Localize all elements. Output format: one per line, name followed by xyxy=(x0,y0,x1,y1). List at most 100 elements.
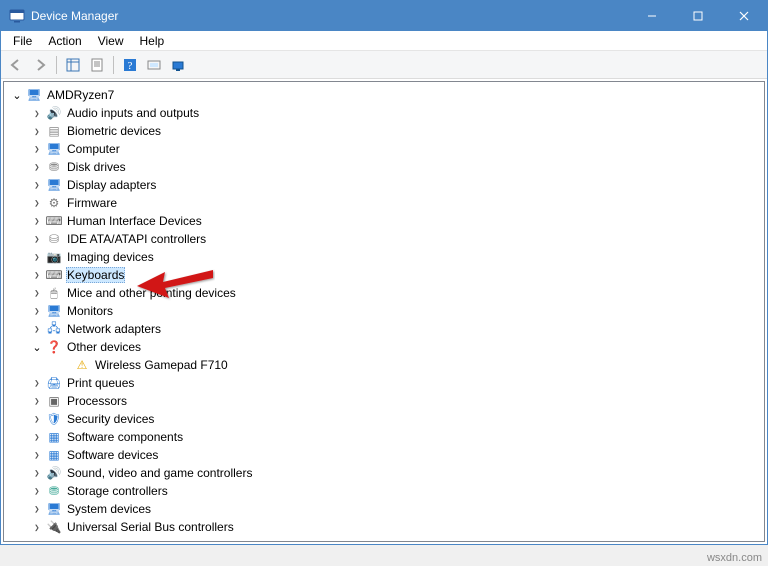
tree-item-processors[interactable]: ▣ Processors xyxy=(8,392,764,410)
tree-item-sound[interactable]: 🔊 Sound, video and game controllers xyxy=(8,464,764,482)
tree-item-wgp[interactable]: ⚠ Wireless Gamepad F710 xyxy=(8,356,764,374)
forward-button[interactable] xyxy=(29,54,51,76)
tree-item-diskdrives[interactable]: ⛃ Disk drives xyxy=(8,158,764,176)
titlebar[interactable]: Device Manager xyxy=(1,1,767,31)
tree-item-sound-icon: 🔊 xyxy=(46,465,62,481)
expand-collapse-icon[interactable] xyxy=(30,340,44,354)
menu-view[interactable]: View xyxy=(90,32,132,50)
help-button[interactable]: ? xyxy=(119,54,141,76)
tree-item-label: Monitors xyxy=(66,304,114,318)
tree-item-hid[interactable]: ⌨ Human Interface Devices xyxy=(8,212,764,230)
properties-button[interactable] xyxy=(86,54,108,76)
tree-item-diskdrives-icon: ⛃ xyxy=(46,159,62,175)
tree-item-label: Keyboards xyxy=(66,267,125,283)
tree-item-label: Software components xyxy=(66,430,184,444)
tree-item-storage[interactable]: ⛃Storage controllers xyxy=(8,482,764,500)
expand-collapse-icon[interactable] xyxy=(30,502,44,516)
tree-item-other[interactable]: ❓Other devices xyxy=(8,338,764,356)
tree-item-label: System devices xyxy=(66,502,152,516)
tree-item-ide[interactable]: ⛁ IDE ATA/ATAPI controllers xyxy=(8,230,764,248)
tree-item-swdev[interactable]: ▦ Software devices xyxy=(8,446,764,464)
expand-collapse-icon[interactable] xyxy=(30,484,44,498)
expand-collapse-icon[interactable] xyxy=(30,430,44,444)
expand-collapse-icon[interactable] xyxy=(30,520,44,534)
add-legacy-button[interactable] xyxy=(167,54,189,76)
tree-item-label: Audio inputs and outputs xyxy=(66,106,200,120)
tree-item-hid-icon: ⌨ xyxy=(46,213,62,229)
minimize-button[interactable] xyxy=(629,1,675,31)
tree-item-wgp-icon: ⚠ xyxy=(74,357,90,373)
tree-item-label: Storage controllers xyxy=(66,484,169,498)
tree-item-usb[interactable]: 🔌Universal Serial Bus controllers xyxy=(8,518,764,536)
tree-item-label: Print queues xyxy=(66,376,135,390)
tree-item-monitors[interactable]: 🖥Monitors xyxy=(8,302,764,320)
tree-item-label: AMDRyzen7 xyxy=(46,88,115,102)
tree-item-label: Biometric devices xyxy=(66,124,162,138)
expand-collapse-icon[interactable] xyxy=(30,232,44,246)
scan-hardware-button[interactable] xyxy=(143,54,165,76)
tree-root[interactable]: 🖥AMDRyzen7 xyxy=(8,86,764,104)
tree-item-biometric[interactable]: ▤Biometric devices xyxy=(8,122,764,140)
expand-collapse-icon[interactable] xyxy=(30,394,44,408)
tree-item-computer[interactable]: 🖥 Computer xyxy=(8,140,764,158)
expand-collapse-icon[interactable] xyxy=(30,376,44,390)
tree-item-printq[interactable]: 🖨Print queues xyxy=(8,374,764,392)
tree-item-ide-icon: ⛁ xyxy=(46,231,62,247)
window-controls xyxy=(629,1,767,31)
expand-collapse-icon[interactable] xyxy=(30,322,44,336)
back-button[interactable] xyxy=(5,54,27,76)
tree-item-system[interactable]: 🖥System devices xyxy=(8,500,764,518)
expand-collapse-icon[interactable] xyxy=(30,196,44,210)
expand-collapse-icon[interactable] xyxy=(30,160,44,174)
tree-item-swdev-icon: ▦ xyxy=(46,447,62,463)
tree-item-usb-icon: 🔌 xyxy=(46,519,62,535)
expand-collapse-icon[interactable] xyxy=(30,412,44,426)
expand-collapse-icon[interactable] xyxy=(58,358,72,372)
tree-item-keyboards[interactable]: ⌨Keyboards xyxy=(8,266,764,284)
tree-item-display[interactable]: 🖥Display adapters xyxy=(8,176,764,194)
tree-item-label: Wireless Gamepad F710 xyxy=(94,358,229,372)
tree-item-mice[interactable]: 🖱Mice and other pointing devices xyxy=(8,284,764,302)
tree-item-swcomp[interactable]: ▦Software components xyxy=(8,428,764,446)
tree-item-computer-icon: 🖥 xyxy=(46,141,62,157)
tree-item-label: Software devices xyxy=(66,448,159,462)
expand-collapse-icon[interactable] xyxy=(30,250,44,264)
expand-collapse-icon[interactable] xyxy=(30,304,44,318)
tree-item-network[interactable]: 🖧Network adapters xyxy=(8,320,764,338)
tree-item-processors-icon: ▣ xyxy=(46,393,62,409)
tree-item-label: Disk drives xyxy=(66,160,127,174)
menu-file[interactable]: File xyxy=(5,32,40,50)
menu-action[interactable]: Action xyxy=(40,32,89,50)
tree-item-label: Other devices xyxy=(66,340,142,354)
tree-item-label: Sound, video and game controllers xyxy=(66,466,253,480)
expand-collapse-icon[interactable] xyxy=(30,286,44,300)
expand-collapse-icon[interactable] xyxy=(30,466,44,480)
tree-item-security[interactable]: 🛡Security devices xyxy=(8,410,764,428)
tree-item-label: IDE ATA/ATAPI controllers xyxy=(66,232,207,246)
expand-collapse-icon[interactable] xyxy=(30,178,44,192)
expand-collapse-icon[interactable] xyxy=(30,448,44,462)
expand-collapse-icon[interactable] xyxy=(10,88,24,102)
expand-collapse-icon[interactable] xyxy=(30,106,44,120)
tree-item-imaging-icon: 📷 xyxy=(46,249,62,265)
close-button[interactable] xyxy=(721,1,767,31)
tree-item-mice-icon: 🖱 xyxy=(46,285,62,301)
device-manager-window: Device Manager File Action View Help ? 🖥… xyxy=(0,0,768,545)
menu-help[interactable]: Help xyxy=(132,32,173,50)
maximize-button[interactable] xyxy=(675,1,721,31)
tree-item-audio[interactable]: 🔊Audio inputs and outputs xyxy=(8,104,764,122)
svg-text:?: ? xyxy=(128,60,133,72)
device-tree[interactable]: 🖥AMDRyzen7🔊Audio inputs and outputs▤Biom… xyxy=(3,81,765,542)
expand-collapse-icon[interactable] xyxy=(30,268,44,282)
tree-item-label: Human Interface Devices xyxy=(66,214,203,228)
expand-collapse-icon[interactable] xyxy=(30,124,44,138)
tree-item-label: Firmware xyxy=(66,196,118,210)
tree-item-imaging[interactable]: 📷Imaging devices xyxy=(8,248,764,266)
tree-item-label: Security devices xyxy=(66,412,155,426)
expand-collapse-icon[interactable] xyxy=(30,142,44,156)
tree-item-label: Computer xyxy=(66,142,121,156)
tree-item-label: Processors xyxy=(66,394,128,408)
expand-collapse-icon[interactable] xyxy=(30,214,44,228)
show-hide-tree-button[interactable] xyxy=(62,54,84,76)
tree-item-firmware[interactable]: ⚙Firmware xyxy=(8,194,764,212)
